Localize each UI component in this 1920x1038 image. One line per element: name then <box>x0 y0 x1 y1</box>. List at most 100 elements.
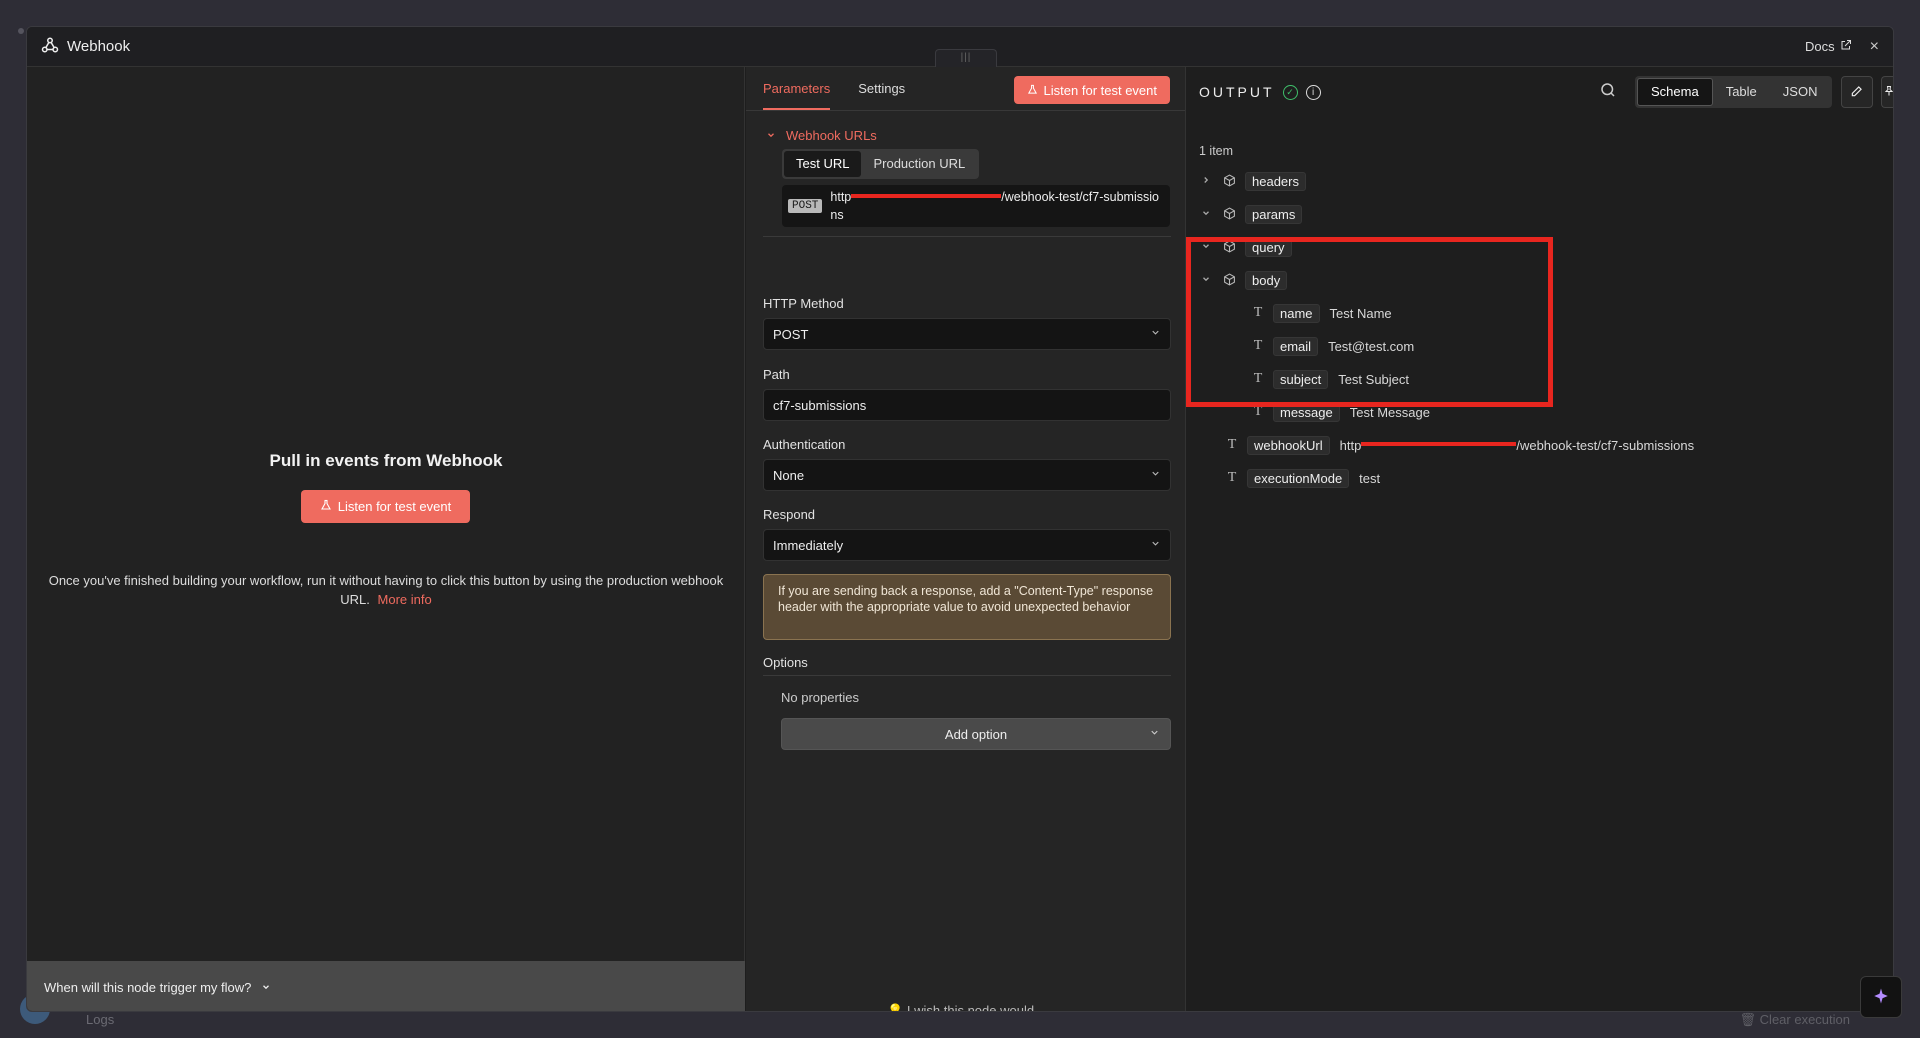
tree-row-headers[interactable]: headers <box>1199 170 1306 192</box>
highlight-annotation <box>1186 237 1553 407</box>
listen-test-event-button[interactable]: Listen for test event <box>301 490 470 523</box>
edit-output-button[interactable] <box>1841 76 1873 108</box>
lightbulb-icon: 💡 <box>887 1003 904 1012</box>
value-executionmode: test <box>1359 470 1381 486</box>
chevron-down-icon <box>1150 538 1161 552</box>
http-method-label: HTTP Method <box>763 296 844 311</box>
tab-json[interactable]: JSON <box>1770 78 1831 106</box>
respond-select[interactable]: Immediately <box>763 529 1171 561</box>
item-count: 1 item <box>1199 144 1234 158</box>
parameters-panel: Parameters Settings Listen for test even… <box>746 67 1186 1012</box>
flask-icon <box>1027 83 1038 98</box>
key-executionmode: executionMode <box>1247 468 1350 488</box>
webhook-urls-title: Webhook URLs <box>786 128 877 143</box>
node-modal: Webhook Docs × Pull in events from Webho… <box>26 26 1894 1012</box>
tab-table[interactable]: Table <box>1713 78 1770 106</box>
webhook-url[interactable]: http/webhook-test/cf7-submissions <box>830 188 1164 224</box>
listen-button-label: Listen for test event <box>337 499 452 514</box>
modal-title-text: Webhook <box>67 38 131 55</box>
key-params: params <box>1245 204 1303 224</box>
add-option-label: Add option <box>944 726 1008 742</box>
webhook-urls-toggle[interactable]: Webhook URLs <box>766 128 877 143</box>
production-url-description: Once you've finished building your workf… <box>47 571 725 609</box>
path-value: cf7-submissions <box>773 397 867 413</box>
search-icon[interactable] <box>1599 81 1621 103</box>
key-webhookurl: webhookUrl <box>1247 435 1330 455</box>
chevron-down-icon <box>261 980 271 995</box>
chevron-down-icon <box>1150 468 1161 482</box>
pencil-icon <box>1850 84 1864 101</box>
docs-label: Docs <box>1805 39 1835 54</box>
authentication-value: None <box>773 467 805 483</box>
tab-parameters[interactable]: Parameters <box>763 81 831 110</box>
pin-icon <box>1883 84 1894 101</box>
parameters-tabs: Parameters Settings Listen for test even… <box>746 67 1185 111</box>
modal-title: Webhook <box>41 36 130 58</box>
tab-settings[interactable]: Settings <box>858 81 905 110</box>
authentication-label: Authentication <box>763 437 846 452</box>
tab-test-url[interactable]: Test URL <box>784 151 862 177</box>
authentication-select[interactable]: None <box>763 459 1171 491</box>
webhook-icon <box>41 36 59 58</box>
tree-row-webhookurl[interactable]: T webhookUrl http/webhook-test/cf7-submi… <box>1225 434 1694 456</box>
url-type-tabs: Test URL Production URL <box>782 149 980 179</box>
info-icon[interactable]: i <box>1305 84 1321 100</box>
logs-label[interactable]: Logs <box>86 1012 114 1027</box>
docs-link[interactable]: Docs <box>1805 39 1852 54</box>
success-check-icon: ✓ <box>1282 84 1298 100</box>
more-info-link[interactable]: More info <box>378 592 432 607</box>
options-label: Options <box>763 655 808 670</box>
trigger-info-toggle[interactable]: When will this node trigger my flow? <box>27 961 745 1011</box>
output-view-tabs: Schema Table JSON <box>1635 76 1833 108</box>
divider <box>763 236 1171 237</box>
add-option-button[interactable]: Add option <box>781 718 1171 750</box>
object-icon <box>1223 174 1237 188</box>
listen-test-event-button-small[interactable]: Listen for test event <box>1013 76 1170 104</box>
http-method-value: POST <box>773 326 809 342</box>
webhook-url-box[interactable]: POST http/webhook-test/cf7-submissions <box>782 185 1170 227</box>
content-type-notice: If you are sending back a response, add … <box>763 574 1171 640</box>
clear-execution-button[interactable]: 🗑 Clear execution <box>1740 1012 1850 1028</box>
chevron-down-icon <box>1149 727 1160 741</box>
tab-schema[interactable]: Schema <box>1637 78 1713 106</box>
external-link-icon <box>1840 39 1852 54</box>
method-badge: POST <box>788 199 823 213</box>
output-panel: OUTPUT ✓ i Schema Table JSON 1 item head… <box>1187 67 1894 1011</box>
webhookurl-suffix: /webhook-test/cf7-submissions <box>1516 437 1695 453</box>
listen-button-small-label: Listen for test event <box>1043 82 1157 98</box>
input-panel: Pull in events from Webhook Listen for t… <box>27 67 745 1011</box>
webhookurl-prefix: http <box>1339 437 1362 453</box>
http-method-select[interactable]: POST <box>763 318 1171 350</box>
object-icon <box>1223 207 1237 221</box>
no-properties-text: No properties <box>781 690 860 705</box>
flask-icon <box>320 499 332 514</box>
feedback-link[interactable]: 💡 I wish this node would... <box>746 1003 1186 1012</box>
url-prefix: http <box>830 190 852 204</box>
text-type-icon: T <box>1227 437 1237 452</box>
respond-label: Respond <box>763 507 816 522</box>
chevron-down-icon <box>1150 327 1161 341</box>
redaction-mark <box>1361 442 1517 447</box>
chevron-down-icon <box>766 128 776 143</box>
redaction-mark <box>851 193 1002 198</box>
value-webhookurl: http/webhook-test/cf7-submissions <box>1340 438 1694 453</box>
tree-row-params[interactable]: params <box>1199 203 1303 225</box>
ai-assistant-button[interactable] <box>1860 976 1902 1018</box>
background-dot <box>18 28 24 34</box>
text-type-icon: T <box>1227 470 1237 485</box>
tree-row-executionmode[interactable]: T executionMode test <box>1225 467 1380 489</box>
tab-production-url[interactable]: Production URL <box>861 151 977 177</box>
chevron-down-icon[interactable] <box>1199 208 1213 221</box>
sparkle-icon <box>1872 987 1890 1008</box>
trigger-question: When will this node trigger my flow? <box>44 979 252 995</box>
respond-value: Immediately <box>773 537 844 553</box>
feedback-label: I wish this node would... <box>906 1003 1045 1012</box>
output-title: OUTPUT <box>1199 84 1275 100</box>
panel-drag-handle[interactable]: ||| <box>935 49 997 67</box>
chevron-right-icon[interactable] <box>1199 175 1213 188</box>
pin-output-button[interactable] <box>1881 76 1894 108</box>
divider <box>763 675 1171 676</box>
clear-execution-label: Clear execution <box>1759 1012 1850 1027</box>
path-input[interactable]: cf7-submissions <box>763 389 1171 421</box>
close-button[interactable]: × <box>1870 38 1879 56</box>
